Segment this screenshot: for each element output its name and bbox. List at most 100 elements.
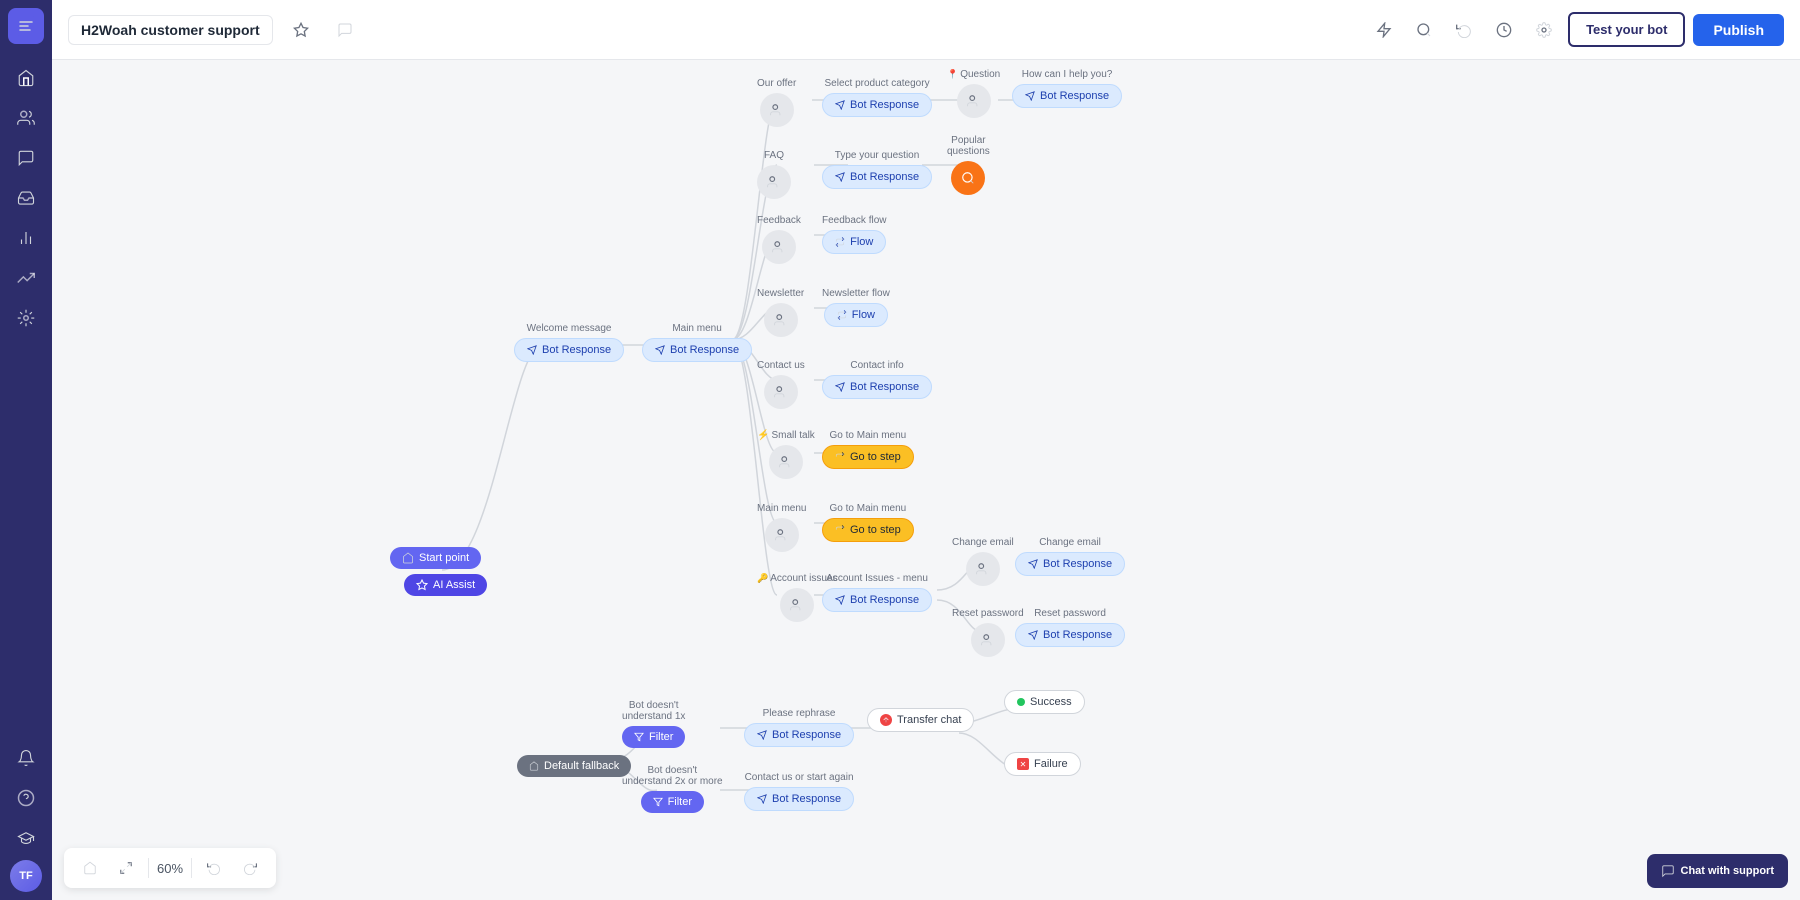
fit-view-button[interactable] [76, 854, 104, 882]
chat-support-button[interactable]: Chat with support [1647, 854, 1789, 888]
newsletter-flow-node[interactable]: Newsletter flow Flow [822, 288, 890, 327]
main-menu2-circle[interactable] [765, 518, 799, 552]
newsletter-flow-pill[interactable]: Flow [824, 303, 888, 327]
feedback-node[interactable]: Feedback [757, 215, 801, 264]
default-fallback-node[interactable]: Default fallback [517, 755, 631, 777]
toolbar-divider-2 [191, 858, 192, 878]
sidebar-item-learn[interactable] [8, 820, 44, 856]
select-product-node[interactable]: Select product category Bot Response [822, 78, 932, 117]
small-talk-node[interactable]: Small talk [757, 430, 815, 479]
filter-2-pill[interactable]: Filter [641, 791, 704, 813]
flow-canvas: Start point AI Assist Welcome message Bo… [52, 60, 1800, 900]
transfer-chat-pill[interactable]: Transfer chat [867, 708, 974, 732]
ai-assist-node[interactable]: AI Assist [404, 574, 487, 596]
ai-assist-pill[interactable]: AI Assist [404, 574, 487, 596]
sidebar-item-help[interactable] [8, 780, 44, 816]
question-node[interactable]: Question [947, 69, 1000, 118]
contact-us-circle[interactable] [764, 375, 798, 409]
main-menu2-node[interactable]: Main menu [757, 503, 806, 552]
contact-us-node[interactable]: Contact us [757, 360, 805, 409]
failure-badge: ✕ Failure [1004, 752, 1081, 776]
please-rephrase-pill[interactable]: Bot Response [744, 723, 854, 747]
redo-button[interactable] [236, 854, 264, 882]
select-product-pill[interactable]: Bot Response [822, 93, 932, 117]
change-email-node[interactable]: Change email [952, 537, 1014, 586]
faq-circle[interactable] [757, 165, 791, 199]
sidebar-item-notifications[interactable] [8, 740, 44, 776]
please-rephrase-node[interactable]: Please rephrase Bot Response [744, 708, 854, 747]
feedback-flow-pill[interactable]: Flow [822, 230, 886, 254]
sidebar-item-home[interactable] [8, 60, 44, 96]
filter-1-pill[interactable]: Filter [622, 726, 685, 748]
faq-node[interactable]: FAQ [757, 150, 791, 199]
transfer-chat-node[interactable]: Transfer chat [867, 708, 974, 732]
our-offer-node[interactable]: Our offer [757, 78, 796, 127]
go-to-step-1-pill[interactable]: Go to step [822, 445, 914, 469]
change-email-circle[interactable] [966, 552, 1000, 586]
start-point-node[interactable]: Start point [390, 547, 481, 569]
feedback-flow-node[interactable]: Feedback flow Flow [822, 215, 886, 254]
account-issues-menu-node[interactable]: Account Issues - menu Bot Response [822, 573, 932, 612]
change-email-response-pill[interactable]: Bot Response [1015, 552, 1125, 576]
sidebar-item-trends[interactable] [8, 260, 44, 296]
expand-button[interactable] [112, 854, 140, 882]
go-to-step-2-pill[interactable]: Go to step [822, 518, 914, 542]
sidebar-item-chat[interactable] [8, 140, 44, 176]
chat-bubble-button[interactable] [329, 14, 361, 46]
bot-doesnt-1x-node[interactable]: Bot doesn'tunderstand 1x Filter [622, 700, 685, 748]
lightning-button[interactable] [1368, 14, 1400, 46]
small-talk-circle[interactable] [769, 445, 803, 479]
contact-restart-pill[interactable]: Bot Response [744, 787, 854, 811]
our-offer-circle[interactable] [760, 93, 794, 127]
sidebar-item-inbox[interactable] [8, 180, 44, 216]
publish-button[interactable]: Publish [1693, 14, 1784, 46]
main-menu-node[interactable]: Main menu Bot Response [642, 323, 752, 362]
failure-node[interactable]: ✕ Failure [1004, 752, 1081, 776]
sidebar-logo[interactable] [8, 8, 44, 44]
feedback-circle[interactable] [762, 230, 796, 264]
refresh-button[interactable] [1448, 14, 1480, 46]
sidebar-item-analytics[interactable] [8, 220, 44, 256]
search-button[interactable] [1408, 14, 1440, 46]
reset-password-circle[interactable] [971, 623, 1005, 657]
type-question-pill[interactable]: Bot Response [822, 165, 932, 189]
settings-button[interactable] [1528, 14, 1560, 46]
how-can-i-help-node[interactable]: How can I help you? Bot Response [1012, 69, 1122, 108]
reset-password-response-pill[interactable]: Bot Response [1015, 623, 1125, 647]
toolbar-divider [148, 858, 149, 878]
question-circle[interactable] [957, 84, 991, 118]
contact-info-pill[interactable]: Bot Response [822, 375, 932, 399]
account-issues-menu-pill[interactable]: Bot Response [822, 588, 932, 612]
type-your-question-node[interactable]: Type your question Bot Response [822, 150, 932, 189]
bot-name[interactable]: H2Woah customer support [68, 15, 273, 45]
sidebar-item-integrations[interactable] [8, 300, 44, 336]
failure-icon: ✕ [1017, 758, 1029, 770]
start-point-pill[interactable]: Start point [390, 547, 481, 569]
sidebar-bottom: TF [8, 740, 44, 892]
go-to-main-menu-2-node[interactable]: Go to Main menu Go to step [822, 503, 914, 542]
reset-password-node[interactable]: Reset password [952, 608, 1024, 657]
newsletter-node[interactable]: Newsletter [757, 288, 804, 337]
change-email-response-node[interactable]: Change email Bot Response [1015, 537, 1125, 576]
go-to-main-menu-1-node[interactable]: Go to Main menu Go to step [822, 430, 914, 469]
magic-button[interactable] [285, 14, 317, 46]
welcome-message-node[interactable]: Welcome message Bot Response [514, 323, 624, 362]
user-avatar[interactable]: TF [10, 860, 42, 892]
how-can-i-help-pill[interactable]: Bot Response [1012, 84, 1122, 108]
test-bot-button[interactable]: Test your bot [1568, 12, 1685, 47]
welcome-response-pill[interactable]: Bot Response [514, 338, 624, 362]
contact-info-node[interactable]: Contact info Bot Response [822, 360, 932, 399]
history-button[interactable] [1488, 14, 1520, 46]
popular-questions-circle[interactable] [951, 161, 985, 195]
bot-doesnt-2x-node[interactable]: Bot doesn'tunderstand 2x or more Filter [622, 765, 723, 813]
sidebar-item-users[interactable] [8, 100, 44, 136]
newsletter-circle[interactable] [764, 303, 798, 337]
popular-questions-node[interactable]: Popularquestions [947, 135, 990, 195]
reset-password-response-node[interactable]: Reset password Bot Response [1015, 608, 1125, 647]
undo-button[interactable] [200, 854, 228, 882]
contact-restart-node[interactable]: Contact us or start again Bot Response [744, 772, 854, 811]
account-issues-circle[interactable] [780, 588, 814, 622]
success-node[interactable]: Success [1004, 690, 1085, 714]
default-fallback-pill[interactable]: Default fallback [517, 755, 631, 777]
main-menu-pill[interactable]: Bot Response [642, 338, 752, 362]
